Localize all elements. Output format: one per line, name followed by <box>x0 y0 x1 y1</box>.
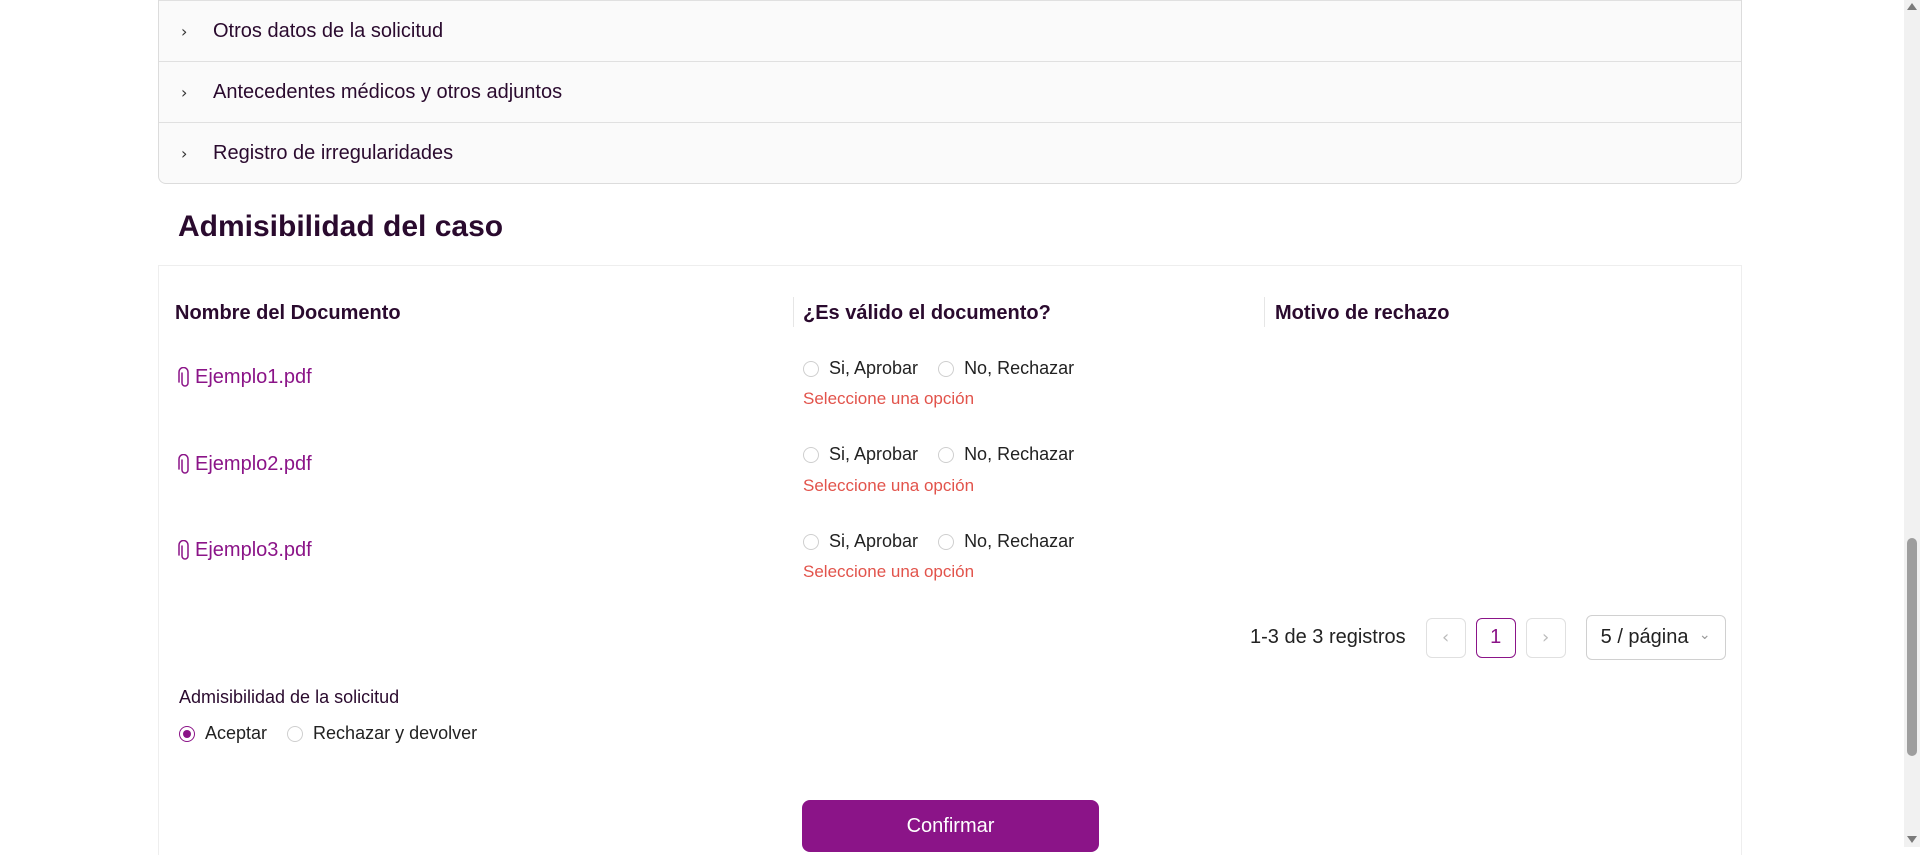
prev-page-button[interactable]: ‹ <box>1425 617 1466 658</box>
page-size-select[interactable]: 5 / página ⌄ <box>1585 615 1726 660</box>
admissibility-card <box>158 265 1742 855</box>
validation-error: Seleccione una opción <box>803 476 975 495</box>
admissibility-label: Admisibilidad de la solicitud <box>179 687 400 707</box>
collapse-irregularities[interactable]: › Registro de irregularidades <box>159 122 1741 183</box>
reject-label: No, Rechazar <box>964 358 1075 378</box>
chevron-right-icon: › <box>181 21 188 41</box>
document-link[interactable]: Ejemplo2.pdf <box>178 453 312 476</box>
pagination: 1-3 de 3 registros ‹ 1 › 5 / página ⌄ <box>1250 615 1726 660</box>
header-document-name: Nombre del Documento <box>175 302 401 324</box>
approve-label: Si, Aprobar <box>829 358 919 378</box>
document-link[interactable]: Ejemplo3.pdf <box>178 539 312 562</box>
collapse-label: Antecedentes médicos y otros adjuntos <box>213 80 563 103</box>
reject-label: No, Rechazar <box>964 444 1075 464</box>
radio-circle <box>803 533 819 550</box>
collapse-medical-history[interactable]: › Antecedentes médicos y otros adjuntos <box>159 61 1741 122</box>
page-button[interactable]: 1 <box>1475 617 1516 658</box>
scroll-up-arrow-icon[interactable] <box>1907 3 1917 10</box>
document-name: Ejemplo1.pdf <box>195 366 312 388</box>
paperclip-icon <box>178 366 189 387</box>
document-name: Ejemplo2.pdf <box>195 453 312 475</box>
validation-error: Seleccione una opción <box>803 562 975 581</box>
chevron-right-icon: › <box>181 82 188 102</box>
radio-circle <box>803 360 819 377</box>
approve-radio[interactable]: Si, Aprobar <box>803 531 918 552</box>
validation-error: Seleccione una opción <box>803 389 975 408</box>
section-title: Admisibilidad del caso <box>178 210 504 243</box>
reject-label: No, Rechazar <box>964 531 1075 551</box>
document-name: Ejemplo3.pdf <box>195 539 312 561</box>
page-size-value: 5 / página <box>1600 626 1689 648</box>
radio-circle <box>938 446 955 463</box>
accept-radio[interactable]: Aceptar <box>179 723 267 744</box>
validity-radio-group: Si, Aprobar No, Rechazar <box>803 358 1094 379</box>
pagination-total: 1-3 de 3 registros <box>1250 626 1406 648</box>
radio-circle-checked <box>179 725 195 742</box>
approve-radio[interactable]: Si, Aprobar <box>803 444 918 465</box>
vertical-scrollbar[interactable] <box>1904 0 1920 847</box>
admissibility-radio-group: Aceptar Rechazar y devolver <box>179 723 497 744</box>
header-divider <box>793 297 794 327</box>
approve-label: Si, Aprobar <box>829 531 919 551</box>
validity-radio-group: Si, Aprobar No, Rechazar <box>803 531 1094 552</box>
chevron-right-icon: › <box>1542 627 1550 648</box>
collapse-label: Registro de irregularidades <box>213 141 454 164</box>
radio-circle <box>287 725 304 742</box>
confirm-button[interactable]: Confirmar <box>802 800 1099 852</box>
paperclip-icon <box>178 453 189 474</box>
reject-radio[interactable]: No, Rechazar <box>938 531 1074 552</box>
paperclip-icon <box>178 539 189 560</box>
reject-return-radio[interactable]: Rechazar y devolver <box>287 723 477 744</box>
validity-radio-group: Si, Aprobar No, Rechazar <box>803 444 1094 465</box>
approve-label: Si, Aprobar <box>829 444 919 464</box>
chevron-right-icon: › <box>181 143 188 163</box>
reject-return-label: Rechazar y devolver <box>313 723 478 743</box>
page: › Otros datos de la solicitud › Antecede… <box>0 0 1904 855</box>
reject-radio[interactable]: No, Rechazar <box>938 358 1074 379</box>
approve-radio[interactable]: Si, Aprobar <box>803 358 918 379</box>
chevron-left-icon: ‹ <box>1442 627 1450 648</box>
chevron-down-icon: ⌄ <box>1698 627 1711 643</box>
scrollbar-thumb[interactable] <box>1907 538 1917 756</box>
collapse-label: Otros datos de la solicitud <box>213 19 444 42</box>
radio-circle <box>938 360 955 377</box>
collapse-panels: › Otros datos de la solicitud › Antecede… <box>158 0 1742 184</box>
radio-circle <box>938 533 955 550</box>
header-rejection-reason: Motivo de rechazo <box>1275 302 1450 324</box>
next-page-button[interactable]: › <box>1525 617 1566 658</box>
header-divider <box>1264 297 1265 327</box>
accept-label: Aceptar <box>205 723 268 743</box>
reject-radio[interactable]: No, Rechazar <box>938 444 1074 465</box>
collapse-other-data[interactable]: › Otros datos de la solicitud <box>159 0 1741 61</box>
radio-circle <box>803 446 819 463</box>
header-valid: ¿Es válido el documento? <box>803 302 1051 324</box>
document-link[interactable]: Ejemplo1.pdf <box>178 366 312 389</box>
scroll-down-arrow-icon[interactable] <box>1907 836 1917 843</box>
